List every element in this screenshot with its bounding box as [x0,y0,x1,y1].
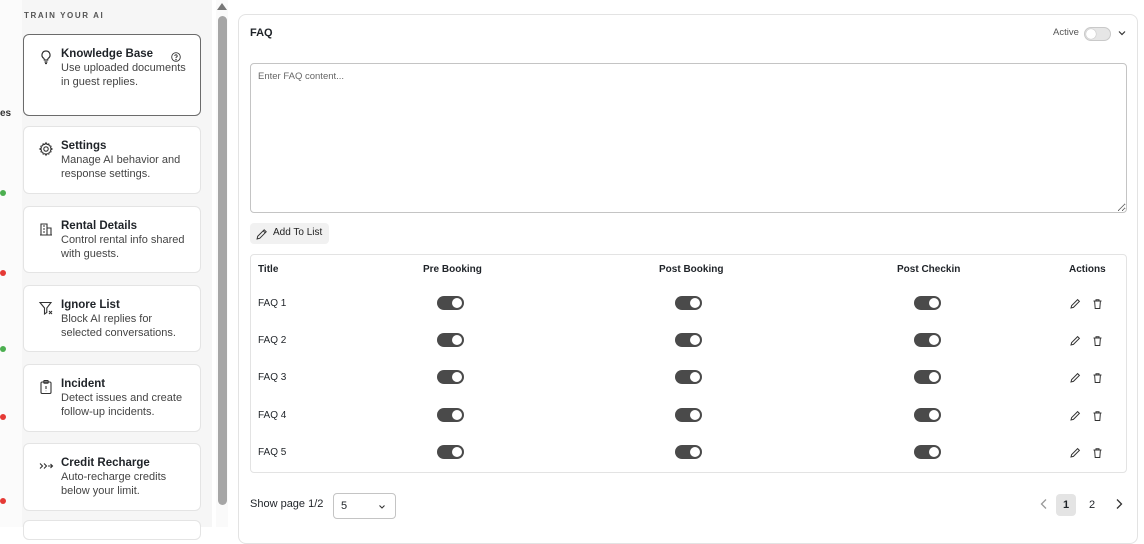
post-checkin-toggle[interactable] [914,370,941,384]
faq-row-title: FAQ 3 [258,372,287,383]
pre-booking-toggle[interactable] [437,370,464,384]
page-button-1[interactable]: 1 [1056,494,1076,516]
add-to-list-label: Add To List [273,227,323,238]
clipped-text: es [0,108,12,119]
scroll-up-arrow-icon[interactable] [217,3,227,10]
status-dot [0,190,6,196]
status-dot [0,346,6,352]
clipboard-icon [40,380,52,395]
scrollbar-thumb[interactable] [218,16,227,505]
recharge-icon [39,463,54,469]
sidebar-item-title: Rental Details [61,220,138,232]
sidebar-item-ignore-list[interactable]: Ignore List Block AI replies for selecte… [23,285,201,352]
lightbulb-icon [41,50,51,65]
column-header-actions: Actions [1069,264,1106,275]
sidebar-item-title: Settings [61,140,107,152]
status-dot [0,498,6,504]
delete-icon[interactable] [1092,372,1103,384]
post-checkin-toggle[interactable] [914,333,941,347]
delete-icon[interactable] [1092,410,1103,422]
post-booking-toggle[interactable] [675,370,702,384]
column-header-title: Title [258,264,279,275]
sidebar-item-incident[interactable]: Incident Detect issues and create follow… [23,364,201,432]
sidebar-heading: TRAIN YOUR AI [24,11,105,20]
faq-row-title: FAQ 5 [258,447,287,458]
pencil-icon [256,229,267,240]
post-booking-toggle[interactable] [675,333,702,347]
chevron-right-icon[interactable] [1113,497,1125,511]
delete-icon[interactable] [1092,335,1103,347]
post-booking-toggle[interactable] [675,408,702,422]
edit-icon[interactable] [1070,410,1081,422]
status-dot [0,270,6,276]
table-row: FAQ 2 [250,325,1127,355]
delete-icon[interactable] [1092,447,1103,459]
page-button-2[interactable]: 2 [1082,494,1102,516]
pre-booking-toggle[interactable] [437,296,464,310]
chevron-down-icon[interactable] [1117,28,1127,38]
column-header-post-checkin: Post Checkin [897,264,961,275]
edit-icon[interactable] [1070,298,1081,310]
faq-row-title: FAQ 4 [258,410,287,421]
faq-title: FAQ [250,27,273,39]
active-toggle[interactable] [1084,27,1111,41]
train-ai-sidebar: TRAIN YOUR AI Knowledge Base Use uploade… [22,0,212,540]
pre-booking-toggle[interactable] [437,408,464,422]
post-booking-toggle[interactable] [675,296,702,310]
add-to-list-button[interactable]: Add To List [250,223,329,244]
table-row: FAQ 3 [250,362,1127,392]
chevron-left-icon[interactable] [1038,497,1050,511]
table-row: FAQ 4 [250,400,1127,430]
faq-row-title: FAQ 1 [258,298,287,309]
faq-row-title: FAQ 2 [258,335,287,346]
help-icon[interactable] [171,52,181,62]
post-checkin-toggle[interactable] [914,296,941,310]
building-icon [40,223,52,236]
post-booking-toggle[interactable] [675,445,702,459]
sidebar-item-title: Incident [61,378,106,390]
pre-booking-toggle[interactable] [437,445,464,459]
delete-icon[interactable] [1092,298,1103,310]
sidebar-item-settings[interactable]: Settings Manage AI behavior and response… [23,126,201,194]
sidebar-item-credit-recharge[interactable]: Credit Recharge Auto-recharge credits be… [23,443,201,511]
table-row: FAQ 1 [250,288,1127,318]
edit-icon[interactable] [1070,447,1081,459]
gear-icon [38,141,54,157]
sidebar-item-title: Knowledge Base [61,48,154,60]
sidebar-item-desc: Control rental info shared with guests. [61,234,185,260]
sidebar-item-partial[interactable] [23,520,201,540]
sidebar-item-title: Ignore List [61,299,120,311]
post-checkin-toggle[interactable] [914,408,941,422]
sidebar-item-desc: Block AI replies for selected conversati… [61,313,176,339]
sidebar-item-title: Credit Recharge [61,457,150,469]
active-label: Active [1053,27,1079,38]
sidebar-item-desc: Detect issues and create follow-up incid… [61,392,183,418]
edit-icon[interactable] [1070,335,1081,347]
column-header-post-booking: Post Booking [659,264,724,275]
page-indicator: Show page 1/2 [250,498,324,510]
chevron-down-icon [379,505,385,509]
sidebar-item-desc: Auto-recharge credits below your limit. [61,471,167,497]
edit-icon[interactable] [1070,372,1081,384]
faq-content-textarea[interactable] [250,63,1127,213]
table-row: FAQ 5 [250,437,1127,467]
sidebar-item-desc: Manage AI behavior and response settings… [61,154,181,180]
page-size-select[interactable]: 5 [333,493,396,519]
column-header-pre-booking: Pre Booking [423,264,482,275]
sidebar-item-rental-details[interactable]: Rental Details Control rental info share… [23,206,201,273]
sidebar-item-desc: Use uploaded documents in guest replies. [61,62,186,88]
toggle-knob [1086,29,1096,39]
post-checkin-toggle[interactable] [914,445,941,459]
filter-x-icon [38,301,53,316]
background-page-fragment: es [0,0,22,527]
pre-booking-toggle[interactable] [437,333,464,347]
sidebar-item-knowledge-base[interactable]: Knowledge Base Use uploaded documents in… [23,34,201,116]
status-dot [0,414,6,420]
page-size-value: 5 [341,500,348,512]
